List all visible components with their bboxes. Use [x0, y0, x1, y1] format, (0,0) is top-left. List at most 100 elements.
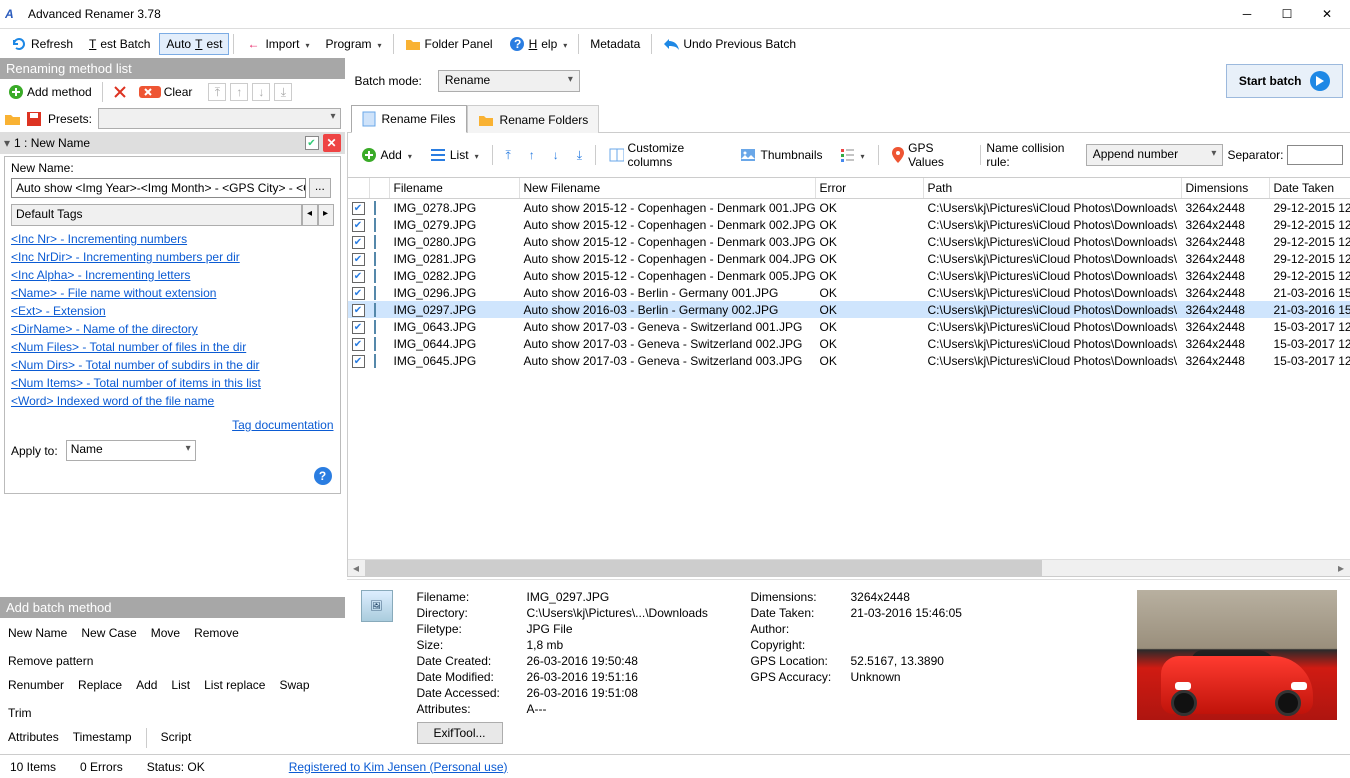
maximize-button[interactable]: ☐ — [1278, 5, 1296, 23]
method-enabled-checkbox[interactable]: ✔ — [305, 136, 319, 150]
table-row[interactable]: ✔IMG_0296.JPGAuto show 2016-03 - Berlin … — [348, 284, 1350, 301]
batch-method-trim[interactable]: Trim — [6, 704, 34, 722]
batch-method-list[interactable]: List — [169, 676, 192, 694]
table-row[interactable]: ✔IMG_0643.JPGAuto show 2017-03 - Geneva … — [348, 318, 1350, 335]
horizontal-scrollbar[interactable]: ◂▸ — [348, 559, 1350, 576]
move-up-button[interactable]: ↑ — [230, 83, 248, 101]
tag-next-button[interactable]: ▸ — [318, 204, 334, 226]
tab-rename-folders[interactable]: Rename Folders — [467, 105, 600, 133]
batch-method-replace[interactable]: Replace — [76, 676, 124, 694]
tag-link[interactable]: <Name> - File name without extension — [11, 286, 334, 300]
row-checkbox[interactable]: ✔ — [352, 355, 365, 368]
refresh-button[interactable]: Refresh — [4, 32, 80, 56]
pattern-input[interactable]: Auto show <Img Year>-<Img Month> - <GPS … — [11, 178, 306, 198]
row-checkbox[interactable]: ✔ — [352, 321, 365, 334]
help-button[interactable]: ?Help — [502, 32, 575, 56]
pattern-browse-button[interactable]: ... — [309, 178, 331, 198]
table-row[interactable]: ✔IMG_0644.JPGAuto show 2017-03 - Geneva … — [348, 335, 1350, 352]
batch-method-timestamp[interactable]: Timestamp — [71, 728, 134, 748]
tab-rename-files[interactable]: Rename Files — [351, 105, 467, 133]
gps-values-button[interactable]: GPS Values — [884, 137, 973, 173]
tag-link[interactable]: <Num Dirs> - Total number of subdirs in … — [11, 358, 334, 372]
customize-columns-button[interactable]: Customize columns — [602, 137, 729, 173]
method-remove-button[interactable]: ✕ — [323, 134, 341, 152]
tag-link[interactable]: <Num Files> - Total number of files in t… — [11, 340, 334, 354]
delete-method-button[interactable] — [109, 83, 131, 101]
test-batch-button[interactable]: Test Batch — [82, 33, 157, 55]
col-filename[interactable]: Filename — [390, 178, 520, 198]
auto-test-button[interactable]: Auto Test — [159, 33, 229, 55]
add-files-button[interactable]: Add — [354, 143, 419, 167]
batch-method-remove[interactable]: Remove — [192, 624, 241, 642]
table-row[interactable]: ✔IMG_0281.JPGAuto show 2015-12 - Copenha… — [348, 250, 1350, 267]
sort-down-button[interactable]: ↓ — [546, 144, 566, 166]
batch-method-attributes[interactable]: Attributes — [6, 728, 61, 748]
table-row[interactable]: ✔IMG_0297.JPGAuto show 2016-03 - Berlin … — [348, 301, 1350, 318]
save-preset-icon[interactable] — [26, 111, 42, 127]
tag-category-select[interactable]: Default Tags — [11, 204, 302, 226]
batch-method-script[interactable]: Script — [159, 728, 194, 748]
add-method-button[interactable]: Add method — [4, 82, 96, 102]
row-checkbox[interactable]: ✔ — [352, 338, 365, 351]
tag-link[interactable]: <Inc Nr> - Incrementing numbers — [11, 232, 334, 246]
row-checkbox[interactable]: ✔ — [352, 253, 365, 266]
batch-method-remove-pattern[interactable]: Remove pattern — [6, 652, 95, 670]
tag-documentation-link[interactable]: Tag documentation — [232, 418, 333, 432]
row-checkbox[interactable]: ✔ — [352, 236, 365, 249]
batch-method-list-replace[interactable]: List replace — [202, 676, 267, 694]
collision-select[interactable]: Append number — [1086, 144, 1224, 166]
tag-link[interactable]: <Inc Alpha> - Incrementing letters — [11, 268, 334, 282]
col-path[interactable]: Path — [924, 178, 1182, 198]
method-help-button[interactable]: ? — [314, 467, 332, 485]
sort-top-button[interactable]: ⤒ — [498, 144, 517, 167]
move-top-button[interactable]: ⤒ — [208, 83, 226, 101]
exiftool-button[interactable]: ExifTool... — [417, 722, 503, 744]
registration-link[interactable]: Registered to Kim Jensen (Personal use) — [289, 760, 508, 774]
collapse-icon[interactable]: ▾ — [4, 136, 10, 150]
col-dimensions[interactable]: Dimensions — [1182, 178, 1270, 198]
list-menu-button[interactable]: List — [423, 144, 486, 166]
row-checkbox[interactable]: ✔ — [352, 202, 365, 215]
batch-method-move[interactable]: Move — [149, 624, 182, 642]
presets-select[interactable] — [98, 108, 340, 129]
minimize-button[interactable]: ─ — [1238, 5, 1256, 23]
undo-button[interactable]: Undo Previous Batch — [656, 32, 803, 56]
col-new-filename[interactable]: New Filename — [520, 178, 816, 198]
table-row[interactable]: ✔IMG_0645.JPGAuto show 2017-03 - Geneva … — [348, 352, 1350, 369]
tag-link[interactable]: <Num Items> - Total number of items in t… — [11, 376, 334, 390]
batch-method-new-case[interactable]: New Case — [79, 624, 138, 642]
clear-methods-button[interactable]: Clear — [135, 83, 197, 101]
apply-to-select[interactable]: Name — [66, 440, 196, 461]
row-checkbox[interactable]: ✔ — [352, 287, 365, 300]
program-button[interactable]: Program — [318, 33, 388, 55]
thumbnails-button[interactable]: Thumbnails — [733, 144, 829, 166]
batch-method-swap[interactable]: Swap — [277, 676, 311, 694]
col-error[interactable]: Error — [816, 178, 924, 198]
batch-method-new-name[interactable]: New Name — [6, 624, 69, 642]
table-row[interactable]: ✔IMG_0280.JPGAuto show 2015-12 - Copenha… — [348, 233, 1350, 250]
table-row[interactable]: ✔IMG_0278.JPGAuto show 2015-12 - Copenha… — [348, 199, 1350, 216]
open-preset-icon[interactable] — [4, 111, 20, 127]
sort-bottom-button[interactable]: ⤓ — [570, 144, 589, 167]
tag-prev-button[interactable]: ◂ — [302, 204, 318, 226]
column-options-button[interactable] — [834, 144, 872, 166]
tag-link[interactable]: <Inc NrDir> - Incrementing numbers per d… — [11, 250, 334, 264]
batch-mode-select[interactable]: Rename — [438, 70, 580, 92]
row-checkbox[interactable]: ✔ — [352, 219, 365, 232]
metadata-button[interactable]: Metadata — [583, 33, 647, 55]
close-button[interactable]: ✕ — [1318, 5, 1336, 23]
table-row[interactable]: ✔IMG_0282.JPGAuto show 2015-12 - Copenha… — [348, 267, 1350, 284]
import-button[interactable]: ←Import — [238, 32, 316, 56]
row-checkbox[interactable]: ✔ — [352, 304, 365, 317]
folder-panel-button[interactable]: Folder Panel — [398, 32, 500, 56]
sort-up-button[interactable]: ↑ — [522, 144, 542, 166]
table-row[interactable]: ✔IMG_0279.JPGAuto show 2015-12 - Copenha… — [348, 216, 1350, 233]
move-down-button[interactable]: ↓ — [252, 83, 270, 101]
tag-link[interactable]: <Word> Indexed word of the file name — [11, 394, 334, 408]
start-batch-button[interactable]: Start batch — [1226, 64, 1343, 98]
col-date-taken[interactable]: Date Taken — [1270, 178, 1350, 198]
separator-input[interactable] — [1287, 145, 1343, 165]
row-checkbox[interactable]: ✔ — [352, 270, 365, 283]
tag-link[interactable]: <DirName> - Name of the directory — [11, 322, 334, 336]
move-bottom-button[interactable]: ⤓ — [274, 83, 292, 101]
